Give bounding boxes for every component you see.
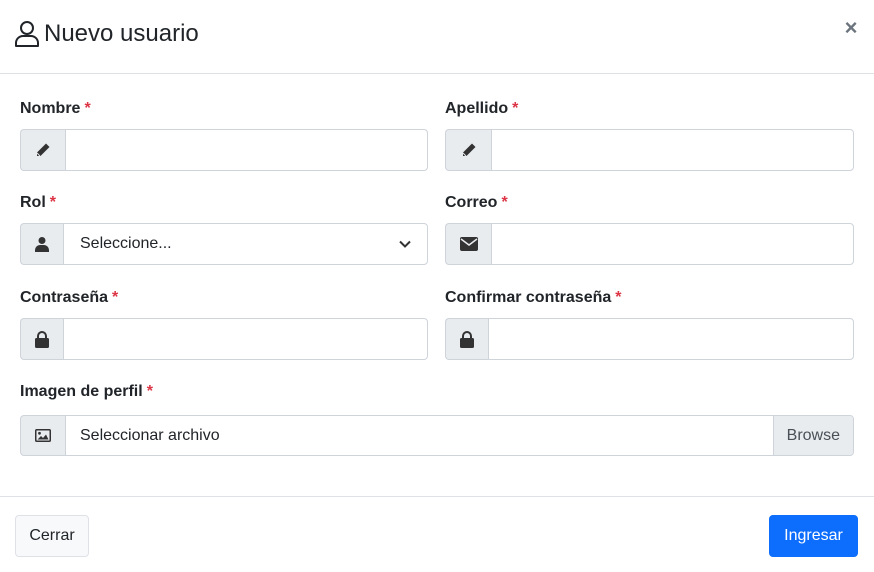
modal-title: Nuevo usuario bbox=[14, 20, 199, 48]
pencil-icon bbox=[445, 129, 491, 171]
pencil-icon bbox=[20, 129, 65, 171]
confirmar-input-group bbox=[445, 318, 854, 360]
lock-icon bbox=[445, 318, 488, 360]
apellido-input-group bbox=[445, 129, 854, 171]
required-mark: * bbox=[146, 383, 153, 400]
correo-input-group bbox=[445, 223, 854, 265]
field-correo: Correo * bbox=[445, 192, 854, 267]
required-mark: * bbox=[501, 194, 508, 211]
file-placeholder: Seleccionar archivo bbox=[80, 426, 220, 444]
rol-input-group: Seleccione... bbox=[20, 223, 428, 265]
field-contrasena: Contraseña * bbox=[20, 287, 428, 362]
chevron-down-icon bbox=[399, 240, 411, 248]
required-mark: * bbox=[112, 289, 119, 306]
nombre-label: Nombre * bbox=[20, 98, 428, 120]
contrasena-input[interactable] bbox=[63, 318, 428, 360]
confirmar-label: Confirmar contraseña * bbox=[445, 287, 854, 309]
contrasena-label: Contraseña * bbox=[20, 287, 428, 309]
required-mark: * bbox=[512, 100, 519, 117]
close-button[interactable]: × bbox=[840, 14, 862, 42]
apellido-input[interactable] bbox=[491, 129, 854, 171]
confirmar-input[interactable] bbox=[488, 318, 854, 360]
ingresar-button[interactable]: Ingresar bbox=[769, 515, 858, 557]
nombre-input-group bbox=[20, 129, 428, 171]
contrasena-input-group bbox=[20, 318, 428, 360]
nombre-input[interactable] bbox=[65, 129, 428, 171]
rol-label: Rol * bbox=[20, 192, 428, 214]
correo-label: Correo * bbox=[445, 192, 854, 214]
browse-button[interactable]: Browse bbox=[772, 416, 853, 455]
correo-label-text: Correo bbox=[445, 194, 498, 211]
apellido-label: Apellido * bbox=[445, 98, 854, 120]
image-icon bbox=[20, 415, 65, 456]
field-apellido: Apellido * bbox=[445, 98, 854, 173]
modal-footer: Cerrar Ingresar bbox=[0, 496, 874, 572]
correo-input[interactable] bbox=[491, 223, 854, 265]
cerrar-button[interactable]: Cerrar bbox=[15, 515, 89, 557]
confirmar-label-text: Confirmar contraseña bbox=[445, 289, 612, 306]
lock-icon bbox=[20, 318, 63, 360]
imagen-label-text: Imagen de perfil bbox=[20, 383, 143, 400]
required-mark: * bbox=[615, 289, 622, 306]
field-rol: Rol * Seleccione... bbox=[20, 192, 428, 267]
required-mark: * bbox=[49, 194, 57, 211]
rol-selected-value: Seleccione... bbox=[80, 235, 172, 252]
nombre-label-text: Nombre bbox=[20, 100, 81, 117]
field-confirmar: Confirmar contraseña * bbox=[445, 287, 854, 362]
field-imagen: Imagen de perfil * Seleccionar archivo Br… bbox=[20, 381, 854, 456]
contrasena-label-text: Contraseña bbox=[20, 289, 109, 306]
field-nombre: Nombre * bbox=[20, 98, 428, 173]
user-icon bbox=[20, 223, 63, 265]
imagen-label: Imagen de perfil * bbox=[20, 381, 854, 403]
modal-title-text: Nuevo usuario bbox=[44, 20, 199, 47]
rol-select[interactable]: Seleccione... bbox=[63, 223, 428, 265]
user-outline-icon bbox=[14, 20, 40, 48]
envelope-icon bbox=[445, 223, 491, 265]
apellido-label-text: Apellido bbox=[445, 100, 509, 117]
imagen-file-input[interactable]: Seleccionar archivo Browse bbox=[65, 415, 854, 456]
modal-header: Nuevo usuario × bbox=[0, 0, 874, 74]
rol-label-text: Rol bbox=[20, 194, 46, 211]
imagen-input-group: Seleccionar archivo Browse bbox=[20, 415, 854, 456]
required-mark: * bbox=[84, 100, 91, 117]
